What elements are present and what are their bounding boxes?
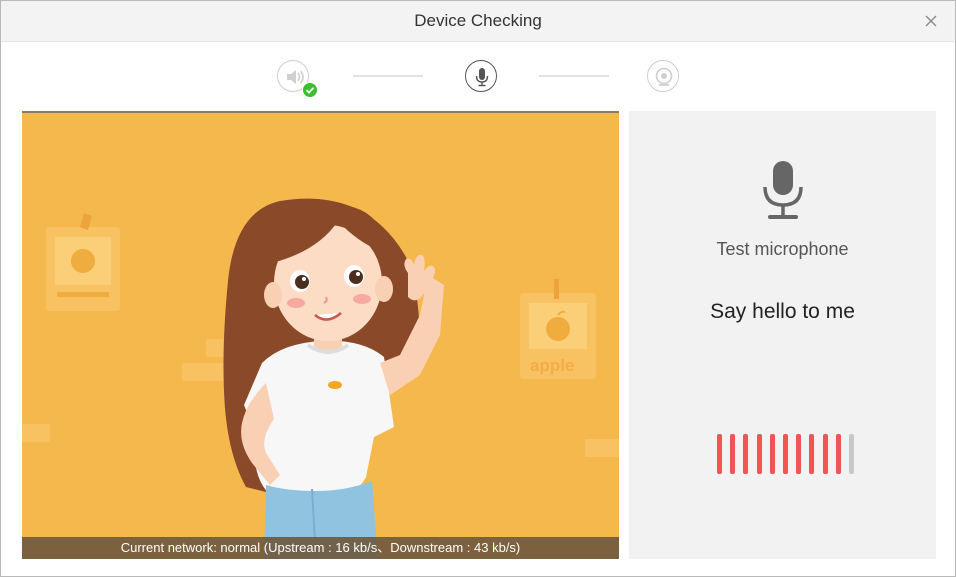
close-icon	[925, 15, 937, 27]
window-title: Device Checking	[414, 11, 542, 30]
microphone-icon	[475, 68, 489, 87]
step-speaker[interactable]	[277, 60, 318, 98]
title-bar: Device Checking	[1, 1, 955, 42]
level-bar	[783, 434, 788, 474]
check-badge	[302, 82, 318, 98]
step-camera[interactable]	[647, 60, 679, 92]
close-button[interactable]	[921, 11, 941, 31]
test-microphone-label: Test microphone	[716, 239, 849, 259]
mic-test-panel: Test microphone Say hello to me	[629, 111, 936, 559]
check-icon	[305, 87, 315, 94]
mic-prompt: Say hello to me	[710, 300, 855, 323]
step-connector	[353, 75, 423, 77]
level-bar	[822, 434, 828, 474]
network-status: Current network: normal (Upstream : 16 k…	[22, 537, 619, 559]
level-bar	[756, 434, 762, 474]
level-bar	[835, 434, 841, 474]
microphone-icon	[763, 161, 803, 219]
level-bar	[849, 434, 854, 474]
poster-label: apple	[530, 356, 574, 375]
step-microphone[interactable]	[465, 60, 497, 92]
step-indicator	[1, 57, 955, 98]
level-bar	[809, 434, 815, 474]
level-bar	[730, 434, 736, 474]
mic-level-meter	[717, 434, 857, 474]
level-bar	[717, 434, 722, 474]
level-bar	[796, 434, 802, 474]
camera-icon	[655, 67, 673, 86]
device-checking-window: Device Checking apple Current network: n…	[0, 0, 956, 577]
level-bar	[743, 434, 749, 474]
video-preview: apple Current network: normal (Upstream …	[22, 111, 619, 559]
step-connector	[539, 75, 609, 77]
cartoon-girl-illustration: apple	[22, 198, 619, 559]
level-bar	[769, 434, 775, 474]
